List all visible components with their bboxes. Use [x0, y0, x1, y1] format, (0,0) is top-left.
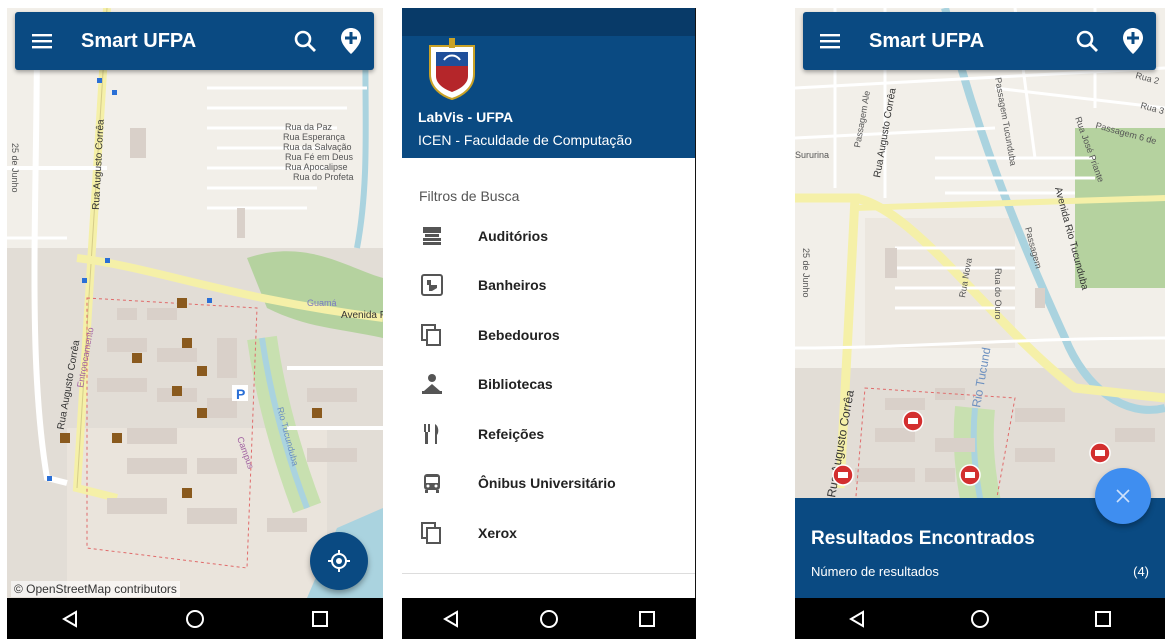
- my-location-button[interactable]: [310, 532, 368, 590]
- back-icon[interactable]: [55, 604, 85, 634]
- filter-xerox[interactable]: Xerox: [402, 508, 695, 558]
- navigation-drawer: LabVis - UFPA ICEN - Faculdade de Comput…: [402, 8, 695, 598]
- drawer-subtitle: ICEN - Faculdade de Computação: [418, 132, 632, 148]
- svg-text:Rua do Ouro: Rua do Ouro: [993, 268, 1003, 320]
- svg-text:25 de Junho: 25 de Junho: [10, 143, 20, 193]
- home-icon[interactable]: [534, 604, 564, 634]
- svg-text:P: P: [236, 386, 245, 402]
- status-bar: [402, 8, 695, 36]
- system-nav-bar: [7, 598, 383, 639]
- filter-onibus[interactable]: Ônibus Universitário: [402, 459, 695, 509]
- recents-icon[interactable]: [305, 604, 335, 634]
- screen-drawer: LabVis - UFPA ICEN - Faculdade de Comput…: [402, 8, 696, 639]
- map-attribution: © OpenStreetMap contributors: [11, 581, 180, 597]
- app-bar: Smart UFPA: [803, 12, 1156, 70]
- filter-bibliotecas[interactable]: Bibliotecas: [402, 360, 695, 410]
- filter-label: Banheiros: [478, 277, 547, 294]
- toilet-icon: [402, 274, 462, 297]
- filter-label: Refeições: [478, 425, 545, 442]
- recents-icon[interactable]: [1088, 604, 1118, 634]
- svg-text:Guamá: Guamá: [307, 298, 337, 308]
- svg-text:Rua Esperança: Rua Esperança: [283, 132, 345, 142]
- bus-icon: [402, 472, 462, 494]
- filter-auditorios[interactable]: Auditórios: [402, 211, 695, 261]
- copy-icon: [402, 323, 462, 346]
- add-location-icon[interactable]: [328, 27, 374, 55]
- app-title: Smart UFPA: [869, 29, 985, 52]
- filter-label: Ônibus Universitário: [478, 475, 616, 492]
- menu-icon[interactable]: [15, 33, 69, 49]
- map-view[interactable]: P Rua da Paz Rua Esperança Rua da Salvaç…: [7, 8, 383, 598]
- back-icon[interactable]: [842, 604, 872, 634]
- auditorium-icon: [402, 225, 462, 247]
- app-bar: Smart UFPA: [15, 12, 374, 70]
- filter-bebedouros[interactable]: Bebedouros: [402, 310, 695, 360]
- search-icon[interactable]: [1064, 30, 1110, 52]
- filter-label: Bibliotecas: [478, 376, 553, 393]
- results-title: Resultados Encontrados: [811, 528, 1035, 549]
- results-count: (4): [1133, 564, 1149, 579]
- drawer-title: LabVis - UFPA: [418, 109, 514, 125]
- svg-text:Rua Apocalipse: Rua Apocalipse: [285, 162, 348, 172]
- drawer-header: LabVis - UFPA ICEN - Faculdade de Comput…: [402, 8, 695, 158]
- search-icon[interactable]: [282, 30, 328, 52]
- filter-label: Bebedouros: [478, 326, 560, 343]
- svg-text:Rua da Paz: Rua da Paz: [285, 122, 333, 132]
- filter-label: Xerox: [478, 524, 517, 541]
- screen-results: Sururina Passagem Ale Rua Augusto Corrêa…: [795, 8, 1165, 639]
- system-nav-bar: [795, 598, 1165, 639]
- home-icon[interactable]: [965, 604, 995, 634]
- close-icon: [1116, 489, 1130, 503]
- my-location-icon: [328, 550, 350, 572]
- university-logo: [429, 38, 475, 100]
- restaurant-icon: [402, 423, 462, 445]
- svg-text:Rua do Profeta: Rua do Profeta: [293, 172, 354, 182]
- divider: [402, 573, 695, 574]
- close-results-button[interactable]: [1095, 468, 1151, 524]
- section-header: Filtros de Busca: [419, 188, 520, 204]
- svg-text:25 de Junho: 25 de Junho: [801, 248, 811, 298]
- results-label: Número de resultados: [811, 564, 939, 579]
- library-icon: [402, 373, 462, 395]
- recents-icon[interactable]: [632, 604, 662, 634]
- app-title: Smart UFPA: [81, 29, 197, 52]
- filter-refeicoes[interactable]: Refeições: [402, 409, 695, 459]
- filter-label: Auditórios: [478, 227, 548, 244]
- filter-banheiros[interactable]: Banheiros: [402, 261, 695, 311]
- menu-icon[interactable]: [803, 33, 857, 49]
- home-icon[interactable]: [180, 604, 210, 634]
- svg-text:Sururina: Sururina: [795, 150, 829, 160]
- system-nav-bar: [402, 598, 696, 639]
- back-icon[interactable]: [436, 604, 466, 634]
- copy-icon: [402, 521, 462, 544]
- svg-text:Avenida Perim: Avenida Perim: [341, 310, 383, 321]
- add-location-icon[interactable]: [1110, 27, 1156, 55]
- screen-map: P Rua da Paz Rua Esperança Rua da Salvaç…: [7, 8, 383, 639]
- svg-text:Rua da Salvação: Rua da Salvação: [283, 142, 352, 152]
- svg-text:Rua Fé em Deus: Rua Fé em Deus: [285, 152, 354, 162]
